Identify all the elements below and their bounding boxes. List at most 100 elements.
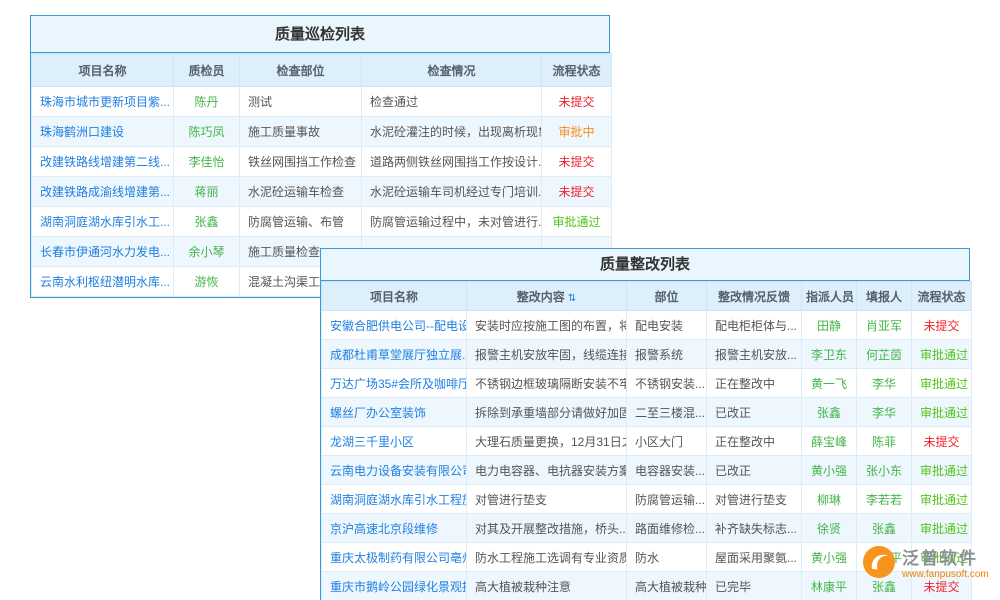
status-badge: 审批通过	[912, 456, 972, 485]
inspection-table-title: 质量巡检列表	[31, 16, 609, 53]
cell-text: 已改正	[707, 398, 802, 427]
watermark: 泛普软件 www.fanpusoft.com	[862, 545, 989, 584]
cell-text: 水泥砼运输车检查	[240, 177, 362, 207]
rectification-header-row: 项目名称整改内容⇅部位整改情况反馈指派人员填报人流程状态	[322, 282, 972, 311]
cell-text: 对其及开展整改措施，桥头...	[467, 514, 627, 543]
project-link[interactable]: 湖南洞庭湖水库引水工程施工...	[322, 485, 467, 514]
column-header[interactable]: 部位	[627, 282, 707, 311]
project-link[interactable]: 改建铁路成渝线增建第...	[32, 177, 174, 207]
rectification-table-title: 质量整改列表	[321, 249, 969, 281]
watermark-url: www.fanpusoft.com	[902, 569, 989, 581]
cell-text: 报警系统	[627, 340, 707, 369]
table-row: 万达广场35#会所及咖啡厅空...不锈钢边框玻璃隔断安装不牢...不锈钢安装..…	[322, 369, 972, 398]
table-row: 湖南洞庭湖水库引水工程施工...对管进行垫支防腐管运输...对管进行垫支柳琳李若…	[322, 485, 972, 514]
column-header[interactable]: 质检员	[174, 54, 240, 87]
column-header[interactable]: 检查部位	[240, 54, 362, 87]
project-link[interactable]: 珠海鹤洲口建设	[32, 117, 174, 147]
cell-text: 正在整改中	[707, 369, 802, 398]
table-row: 珠海市城市更新项目紫...陈丹测试检查通过未提交	[32, 87, 612, 117]
project-link[interactable]: 重庆太极制药有限公司亳州中...	[322, 543, 467, 572]
project-link[interactable]: 云南水利枢纽潜明水库...	[32, 267, 174, 297]
cell-text: 已完毕	[707, 572, 802, 600]
person-name: 蒋丽	[174, 177, 240, 207]
person-name: 张鑫	[174, 207, 240, 237]
column-header[interactable]: 项目名称	[32, 54, 174, 87]
cell-text: 已改正	[707, 456, 802, 485]
project-link[interactable]: 改建铁路线增建第二线...	[32, 147, 174, 177]
table-row: 安徽合肥供电公司--配电设备...安装时应按施工图的布置，将...配电安装配电柜…	[322, 311, 972, 340]
cell-text: 屋面采用聚氨...	[707, 543, 802, 572]
cell-text: 小区大门	[627, 427, 707, 456]
cell-text: 铁丝网围挡工作检查	[240, 147, 362, 177]
status-badge: 审批通过	[912, 340, 972, 369]
column-header[interactable]: 项目名称	[322, 282, 467, 311]
cell-text: 水泥砼灌注的时候，出现离析现象	[362, 117, 542, 147]
person-name: 余小琴	[174, 237, 240, 267]
cell-text: 报警主机安放牢固，线缆连接...	[467, 340, 627, 369]
sort-icon[interactable]: ⇅	[568, 293, 576, 304]
column-header[interactable]: 流程状态	[912, 282, 972, 311]
cell-text: 配电安装	[627, 311, 707, 340]
status-badge: 未提交	[542, 147, 612, 177]
person-name: 肖亚军	[857, 311, 912, 340]
person-name: 游恢	[174, 267, 240, 297]
status-badge: 未提交	[912, 427, 972, 456]
person-name: 李华	[857, 369, 912, 398]
project-link[interactable]: 重庆市鹅岭公园绿化景观提升...	[322, 572, 467, 600]
cell-text: 正在整改中	[707, 427, 802, 456]
column-header[interactable]: 指派人员	[802, 282, 857, 311]
person-name: 陈菲	[857, 427, 912, 456]
person-name: 黄小强	[802, 543, 857, 572]
table-row: 成都杜甫草堂展厅独立展...报警主机安放牢固，线缆连接...报警系统报警主机安放…	[322, 340, 972, 369]
person-name: 陈巧凤	[174, 117, 240, 147]
project-link[interactable]: 云南电力设备安装有限公司20...	[322, 456, 467, 485]
status-badge: 审批通过	[542, 207, 612, 237]
person-name: 黄一飞	[802, 369, 857, 398]
person-name: 陈丹	[174, 87, 240, 117]
cell-text: 防腐管运输、布管	[240, 207, 362, 237]
status-badge: 审批中	[542, 117, 612, 147]
cell-text: 拆除到承重墙部分请做好加固...	[467, 398, 627, 427]
column-header[interactable]: 整改内容⇅	[467, 282, 627, 311]
cell-text: 对管进行垫支	[467, 485, 627, 514]
project-link[interactable]: 珠海市城市更新项目紫...	[32, 87, 174, 117]
project-link[interactable]: 龙湖三千里小区	[322, 427, 467, 456]
project-link[interactable]: 安徽合肥供电公司--配电设备...	[322, 311, 467, 340]
cell-text: 水泥砼运输车司机经过专门培训...	[362, 177, 542, 207]
fanpu-logo-icon	[862, 545, 896, 584]
table-row: 龙湖三千里小区大理石质量更换，12月31日之...小区大门正在整改中薛宝峰陈菲未…	[322, 427, 972, 456]
cell-text: 路面维修检...	[627, 514, 707, 543]
project-link[interactable]: 螺丝厂办公室装饰	[322, 398, 467, 427]
person-name: 柳琳	[802, 485, 857, 514]
person-name: 何芷茵	[857, 340, 912, 369]
cell-text: 二至三楼混...	[627, 398, 707, 427]
column-header[interactable]: 流程状态	[542, 54, 612, 87]
project-link[interactable]: 万达广场35#会所及咖啡厅空...	[322, 369, 467, 398]
cell-text: 防水工程施工选调有专业资质...	[467, 543, 627, 572]
person-name: 黄小强	[802, 456, 857, 485]
person-name: 张小东	[857, 456, 912, 485]
cell-text: 防水	[627, 543, 707, 572]
column-header[interactable]: 检查情况	[362, 54, 542, 87]
cell-text: 报警主机安放...	[707, 340, 802, 369]
person-name: 李佳怡	[174, 147, 240, 177]
column-header[interactable]: 整改情况反馈	[707, 282, 802, 311]
project-link[interactable]: 湖南洞庭湖水库引水工...	[32, 207, 174, 237]
table-row: 改建铁路成渝线增建第...蒋丽水泥砼运输车检查水泥砼运输车司机经过专门培训...…	[32, 177, 612, 207]
cell-text: 大理石质量更换，12月31日之...	[467, 427, 627, 456]
table-row: 珠海鹤洲口建设陈巧凤施工质量事故水泥砼灌注的时候，出现离析现象审批中	[32, 117, 612, 147]
table-row: 京沪高速北京段维修对其及开展整改措施，桥头...路面维修检...补齐缺失标志..…	[322, 514, 972, 543]
project-link[interactable]: 长春市伊通河水力发电...	[32, 237, 174, 267]
watermark-brand: 泛普软件	[902, 549, 989, 569]
cell-text: 补齐缺失标志...	[707, 514, 802, 543]
person-name: 李华	[857, 398, 912, 427]
person-name: 田静	[802, 311, 857, 340]
project-link[interactable]: 京沪高速北京段维修	[322, 514, 467, 543]
project-link[interactable]: 成都杜甫草堂展厅独立展...	[322, 340, 467, 369]
status-badge: 审批通过	[912, 485, 972, 514]
cell-text: 高大植被栽种注意	[467, 572, 627, 600]
table-row: 螺丝厂办公室装饰拆除到承重墙部分请做好加固...二至三楼混...已改正张鑫李华审…	[322, 398, 972, 427]
column-header[interactable]: 填报人	[857, 282, 912, 311]
status-badge: 未提交	[912, 311, 972, 340]
inspection-header-row: 项目名称质检员检查部位检查情况流程状态	[32, 54, 612, 87]
